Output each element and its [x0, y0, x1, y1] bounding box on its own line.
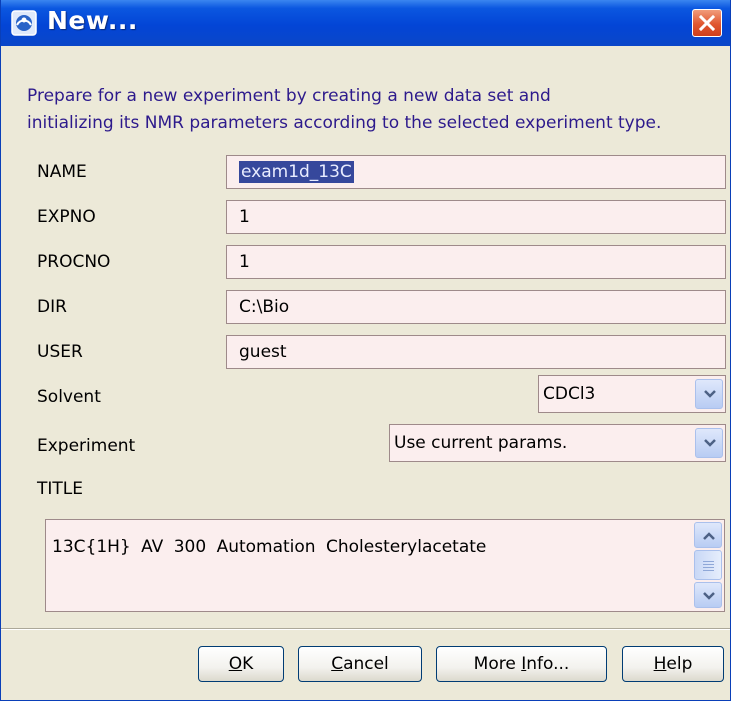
chevron-down-icon [704, 439, 716, 447]
solvent-dropdown-button[interactable] [695, 379, 723, 409]
ok-button[interactable]: OK [198, 646, 284, 682]
bruker-app-icon [11, 10, 37, 36]
procno-field[interactable]: 1 [226, 245, 726, 279]
cancel-button[interactable]: Cancel [298, 646, 422, 682]
title-bar[interactable]: New... [1, 0, 730, 46]
dir-field[interactable]: C:\Bio [226, 290, 726, 324]
scroll-down-button[interactable] [694, 582, 722, 608]
help-mnemonic: H [653, 654, 667, 674]
title-text: 13C{1H} AV 300 Automation Cholesterylace… [52, 537, 487, 557]
user-label: USER [37, 342, 83, 362]
dialog-description: Prepare for a new experiment by creating… [27, 83, 730, 137]
ok-mnemonic: O [228, 654, 243, 674]
chevron-up-icon [703, 532, 715, 540]
cancel-label: ancel [343, 654, 389, 674]
dir-label: DIR [37, 297, 67, 317]
new-dialog: New... Prepare for a new experiment by c… [0, 0, 731, 701]
chevron-down-icon [704, 390, 716, 398]
window-title: New... [47, 6, 138, 35]
expno-field[interactable]: 1 [226, 200, 726, 234]
name-field[interactable]: exam1d_13C [226, 155, 726, 189]
help-label: elp [666, 654, 693, 674]
title-textarea[interactable]: 13C{1H} AV 300 Automation Cholesterylace… [45, 519, 725, 612]
experiment-value: Use current params. [394, 433, 568, 453]
scroll-thumb[interactable] [694, 550, 722, 580]
user-field[interactable]: guest [226, 335, 726, 369]
procno-label: PROCNO [37, 252, 111, 272]
solvent-label: Solvent [37, 387, 101, 407]
scroll-up-button[interactable] [694, 522, 722, 548]
vertical-scrollbar[interactable] [694, 522, 722, 609]
name-value: exam1d_13C [239, 161, 354, 183]
description-line-1: Prepare for a new experiment by creating… [27, 86, 551, 106]
expno-label: EXPNO [37, 207, 96, 227]
chevron-down-icon [703, 592, 715, 600]
more-info-prefix: More [473, 654, 522, 674]
more-info-label: nfo... [526, 654, 570, 674]
description-line-2: initializing its NMR parameters accordin… [27, 113, 662, 133]
help-button[interactable]: Help [622, 646, 724, 682]
title-label: TITLE [37, 479, 83, 499]
name-label: NAME [37, 162, 87, 182]
experiment-dropdown-button[interactable] [695, 428, 723, 458]
more-info-button[interactable]: More Info... [436, 646, 607, 682]
solvent-value: CDCl3 [543, 384, 596, 404]
cancel-mnemonic: C [331, 654, 344, 674]
separator-highlight [1, 629, 730, 630]
experiment-dropdown[interactable]: Use current params. [389, 424, 726, 462]
close-icon [698, 14, 716, 32]
ok-label: K [242, 654, 254, 674]
close-button[interactable] [692, 9, 722, 37]
experiment-label: Experiment [37, 436, 136, 456]
solvent-dropdown[interactable]: CDCl3 [538, 375, 726, 413]
